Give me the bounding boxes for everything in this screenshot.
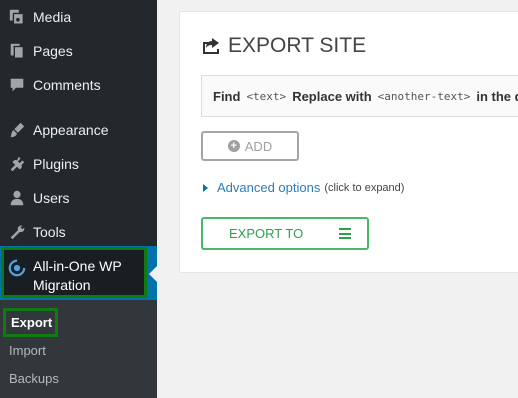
tools-icon	[7, 222, 27, 242]
another-text-token: <another-text>	[377, 89, 471, 103]
hamburger-menu-icon	[339, 228, 352, 239]
triangle-right-icon	[203, 183, 208, 192]
submenu-item-import[interactable]: Import	[9, 343, 46, 358]
sidebar-item-appearance[interactable]: Appearance	[0, 113, 157, 147]
add-button[interactable]: + ADD	[201, 131, 299, 161]
submenu-item-export[interactable]: Export	[3, 308, 58, 337]
advanced-options-hint: (click to expand)	[324, 181, 405, 194]
find-replace-row[interactable]: Find <text> Replace with <another-text> …	[201, 75, 518, 117]
advanced-options-toggle[interactable]: Advanced options (click to expand)	[203, 180, 404, 195]
sidebar-item-users[interactable]: Users	[0, 181, 157, 215]
sidebar-item-label: Users	[33, 190, 70, 206]
active-indicator-arrow	[149, 266, 157, 282]
export-icon	[203, 38, 219, 54]
comments-icon	[7, 75, 27, 95]
add-button-label: ADD	[244, 138, 273, 154]
sidebar-item-label-line2: Migration	[33, 277, 91, 293]
find-row-tail: in the datab	[476, 88, 518, 104]
sidebar-item-label: Comments	[33, 77, 101, 93]
replace-with-label: Replace with	[292, 88, 372, 104]
sidebar-item-label: Media	[33, 9, 72, 25]
sidebar-item-comments[interactable]: Comments	[0, 68, 157, 102]
users-icon	[7, 188, 27, 208]
sidebar-item-all-in-one-wp-migration[interactable]: All-in-One WP Migration	[1, 247, 147, 298]
sidebar-item-media[interactable]: Media	[0, 0, 157, 34]
sidebar-item-tools[interactable]: Tools	[0, 215, 157, 249]
sidebar-item-label-line1: All-in-One WP	[33, 258, 122, 274]
sidebar-item-plugins[interactable]: Plugins	[0, 147, 157, 181]
submenu-item-backups[interactable]: Backups	[9, 371, 59, 386]
page-title-text: EXPORT SITE	[228, 34, 367, 57]
plugins-icon	[7, 154, 27, 174]
migration-icon	[8, 259, 28, 279]
export-to-label: EXPORT TO	[229, 226, 304, 241]
plus-circle-icon: +	[227, 140, 240, 152]
sidebar-item-label: Plugins	[33, 156, 79, 172]
sidebar-item-pages[interactable]: Pages	[0, 34, 157, 68]
pages-icon	[7, 41, 27, 61]
text-token: <text>	[246, 89, 287, 103]
page-title: EXPORT SITE	[201, 34, 366, 58]
export-to-button[interactable]: EXPORT TO	[201, 217, 369, 250]
find-label: Find	[213, 88, 241, 104]
media-icon	[7, 7, 27, 27]
sidebar-item-label: Pages	[33, 43, 73, 59]
export-panel: EXPORT SITE Find <text> Replace with <an…	[179, 11, 518, 273]
sidebar-item-label: Tools	[33, 224, 66, 240]
sidebar-item-label: Appearance	[33, 122, 109, 138]
appearance-icon	[7, 120, 27, 140]
advanced-options-link[interactable]: Advanced options	[217, 180, 320, 195]
